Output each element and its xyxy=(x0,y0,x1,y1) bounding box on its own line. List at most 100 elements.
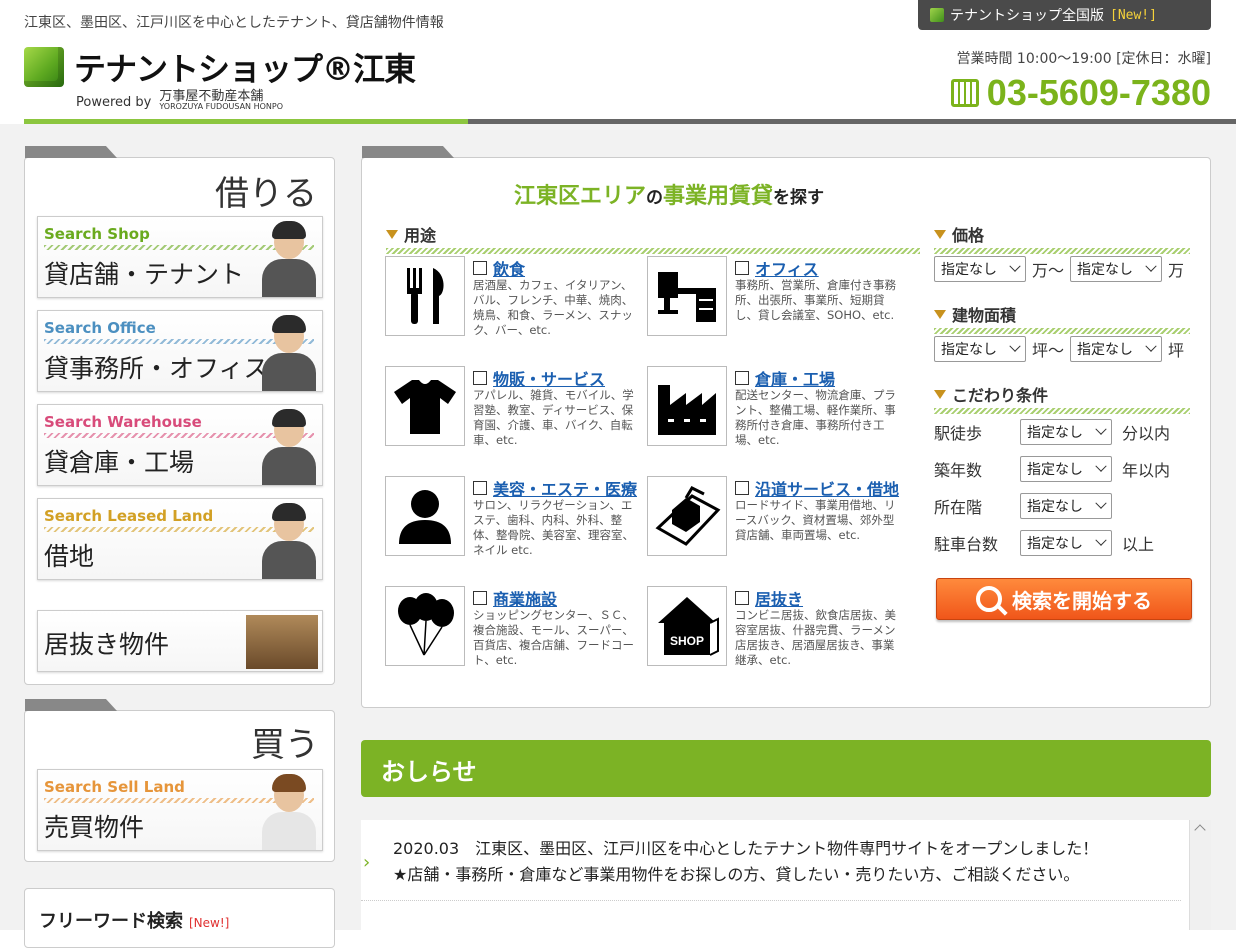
triangle-icon xyxy=(934,389,946,399)
phone-icon xyxy=(950,79,979,107)
roadside-building-icon[interactable] xyxy=(647,476,727,556)
phone-number[interactable]: 03-5609-7380 xyxy=(950,72,1211,114)
area-to-select[interactable]: 指定なし xyxy=(1070,336,1163,362)
category-link[interactable]: 物販・サービス xyxy=(493,366,605,390)
category-desc: ショッピングセンター、ＳＣ、複合施設、モール、スーパー、百貨店、複合店舗、フード… xyxy=(473,608,634,667)
category-title: 美容・エステ・医療 xyxy=(473,476,637,500)
category-title: 飲食 xyxy=(473,256,525,280)
category-checkbox[interactable] xyxy=(473,371,487,385)
category-checkbox[interactable] xyxy=(473,481,487,495)
t-shirt-icon[interactable] xyxy=(385,366,465,446)
price-row: 指定なし 万〜 指定なし 万 xyxy=(934,256,1184,282)
person-photo xyxy=(260,219,318,297)
inuki-link[interactable]: 居抜き物件 xyxy=(37,610,323,672)
condition-label: 駐車台数 xyxy=(934,535,999,554)
buy-heading: 買う xyxy=(251,725,319,765)
shop-house-icon[interactable]: SHOP xyxy=(647,586,727,666)
price-heading: 価格 xyxy=(934,222,1190,246)
buy-item-1[interactable]: Search Sell Land 売買物件 xyxy=(37,769,323,851)
category-checkbox[interactable] xyxy=(735,591,749,605)
category-checkbox[interactable] xyxy=(473,261,487,275)
site-tagline: 江東区、墨田区、江戸川区を中心としたテナント、貸店舗物件情報 xyxy=(24,15,444,31)
office-desk-icon[interactable] xyxy=(647,256,727,336)
category-title: オフィス xyxy=(735,256,819,280)
chevron-down-icon xyxy=(1009,260,1021,272)
new-badge: [New!] xyxy=(1110,7,1157,23)
usage-heading-text: 用途 xyxy=(404,226,437,245)
start-search-button[interactable]: 検索を開始する xyxy=(936,578,1192,620)
category-7: 商業施設 ショッピングセンター、ＳＣ、複合施設、モール、スーパー、百貨店、複合店舗… xyxy=(385,586,637,670)
category-desc: アパレル、雑貨、モバイル、学習塾、教室、ディサービス、保育園、介護、車、バイク、… xyxy=(473,388,634,447)
category-checkbox[interactable] xyxy=(735,481,749,495)
category-link[interactable]: 倉庫・工場 xyxy=(755,366,835,390)
area-from-value: 指定なし xyxy=(941,342,997,358)
powered-label: Powered by xyxy=(76,94,152,110)
price-from-select[interactable]: 指定なし xyxy=(934,256,1026,282)
rent-item-3[interactable]: Search Warehouse 貸倉庫・工場 xyxy=(37,404,323,486)
category-link[interactable]: オフィス xyxy=(755,256,819,280)
condition-row: 築年数 指定なし 年以内 xyxy=(934,456,1170,482)
scroll-up-icon[interactable] xyxy=(1194,824,1206,836)
category-link[interactable]: 居抜き xyxy=(755,586,803,610)
interior-photo xyxy=(246,615,318,669)
news-scrollbar[interactable] xyxy=(1189,820,1211,930)
rent-panel: 借りる 居抜き物件 Search Shop 貸店舗・テナント Search Offi… xyxy=(24,146,335,685)
rent-item-jp: 借地 xyxy=(44,542,95,571)
rent-item-2[interactable]: Search Office 貸事務所・オフィス xyxy=(37,310,323,392)
category-desc: ロードサイド、事業用借地、リースバック、資材置場、郊外型貸店舗、車両置場、etc… xyxy=(735,498,896,542)
category-2: オフィス 事務所、営業所、倉庫付き事務所、出張所、事業所、短期貸し、貸し会議室、S… xyxy=(647,256,899,340)
category-link[interactable]: 沿道サービス・借地 xyxy=(755,476,899,500)
condition-value: 指定なし xyxy=(1027,425,1083,441)
search-icon xyxy=(976,586,1002,612)
balloons-icon[interactable] xyxy=(385,586,465,666)
person-photo xyxy=(260,501,318,579)
freeword-panel: フリーワード検索 [New!] xyxy=(24,888,335,948)
area-from-select[interactable]: 指定なし xyxy=(934,336,1026,362)
category-link[interactable]: 飲食 xyxy=(493,256,525,280)
category-title: 居抜き xyxy=(735,586,803,610)
area-heading-text: 建物面積 xyxy=(952,306,1017,325)
national-site-tab[interactable]: テナントショップ全国版 [New!] xyxy=(918,0,1211,30)
freeword-title-row: フリーワード検索 [New!] xyxy=(39,907,229,933)
conditions-heading: こだわり条件 xyxy=(934,382,1190,406)
person-icon[interactable] xyxy=(385,476,465,556)
conditions-filter: こだわり条件 xyxy=(934,382,1190,414)
news-box: › 2020.03 江東区、墨田区、江戸川区を中心としたテナント物件専門サイトを… xyxy=(361,820,1211,930)
rent-item-4[interactable]: Search Leased Land 借地 xyxy=(37,498,323,580)
condition-value: 指定なし xyxy=(1027,462,1083,478)
price-to-value: 指定なし xyxy=(1077,262,1134,278)
category-title: 倉庫・工場 xyxy=(735,366,835,390)
powered-by: Powered by 万事屋不動産本舗 YOROZUYA FUDOUSAN HO… xyxy=(76,90,283,112)
search-title: 江東区エリア の 事業用賃貸 を探す xyxy=(514,178,824,210)
site-logo[interactable]: テナントショップ®江東 xyxy=(24,44,416,90)
category-link[interactable]: 商業施設 xyxy=(493,586,557,610)
condition-value: 指定なし xyxy=(1027,499,1083,515)
triangle-icon xyxy=(934,229,946,239)
fork-knife-icon[interactable] xyxy=(385,256,465,336)
price-mid-label: 万〜 xyxy=(1032,261,1065,280)
condition-select[interactable]: 指定なし xyxy=(1020,530,1112,556)
area-to-value: 指定なし xyxy=(1077,342,1134,358)
category-desc: 居酒屋、カフェ、イタリアン、バル、フレンチ、中華、焼肉、焼鳥、和食、ラーメン、ス… xyxy=(473,278,634,337)
area-filter: 建物面積 xyxy=(934,302,1190,334)
price-to-select[interactable]: 指定なし xyxy=(1070,256,1163,282)
condition-row: 所在階 指定なし xyxy=(934,493,1122,519)
category-checkbox[interactable] xyxy=(473,591,487,605)
chevron-down-icon xyxy=(1009,340,1021,352)
factory-icon[interactable] xyxy=(647,366,727,446)
category-checkbox[interactable] xyxy=(735,371,749,385)
condition-select[interactable]: 指定なし xyxy=(1020,456,1112,482)
category-link[interactable]: 美容・エステ・医療 xyxy=(493,476,637,500)
category-title: 沿道サービス・借地 xyxy=(735,476,899,500)
condition-suffix: 以上 xyxy=(1122,535,1155,554)
condition-select[interactable]: 指定なし xyxy=(1020,419,1112,445)
rent-item-1[interactable]: Search Shop 貸店舗・テナント xyxy=(37,216,323,298)
buy-panel: 買う Search Sell Land 売買物件 xyxy=(24,699,335,862)
price-heading-text: 価格 xyxy=(952,226,985,245)
category-checkbox[interactable] xyxy=(735,261,749,275)
condition-suffix: 分以内 xyxy=(1122,424,1171,443)
category-title: 物販・サービス xyxy=(473,366,605,390)
condition-select[interactable]: 指定なし xyxy=(1020,493,1112,519)
price-from-value: 指定なし xyxy=(941,262,997,278)
category-desc: 事務所、営業所、倉庫付き事務所、出張所、事業所、短期貸し、貸し会議室、SOHO、… xyxy=(735,278,896,322)
